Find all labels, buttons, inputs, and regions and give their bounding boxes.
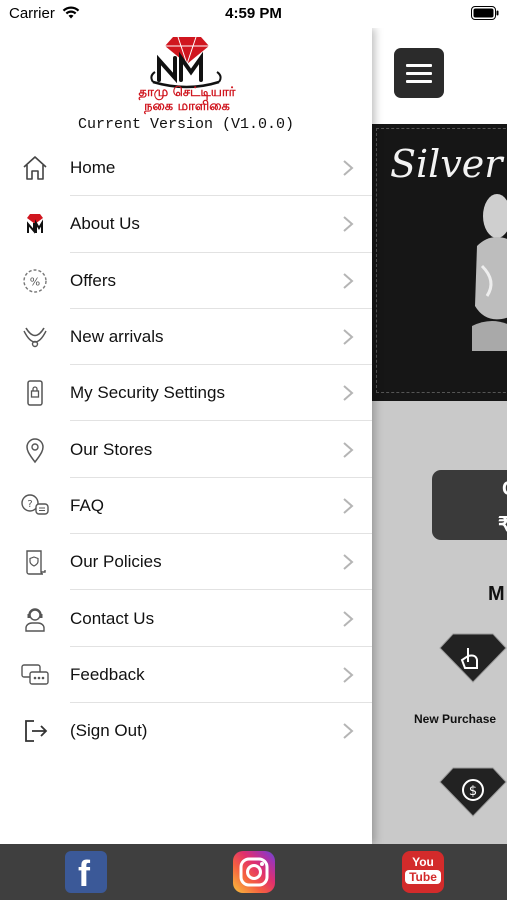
- phone-lock-icon: [20, 378, 50, 408]
- menu-item-label: Our Stores: [70, 439, 153, 459]
- youtube-text-bottom: Tube: [405, 870, 441, 884]
- scheme-payment-icon[interactable]: $: [438, 766, 507, 818]
- main-content: Silver C ₹ M New Purchase $: [372, 28, 507, 844]
- svg-text:%: %: [30, 275, 40, 288]
- brand-name-line2: நகை மாளிகை: [144, 99, 230, 114]
- menu-item-label: Feedback: [70, 664, 145, 684]
- chevron-right-icon: [343, 610, 354, 627]
- chevron-right-icon: [343, 723, 354, 739]
- chevron-right-icon: [343, 385, 354, 402]
- menu-item-label: FAQ: [70, 495, 105, 515]
- status-time: 4:59 PM: [225, 5, 282, 22]
- brand-name-line1: தாமு செட்டியார்: [138, 85, 236, 100]
- gold-rate-letter: C: [502, 478, 507, 501]
- menu-item-label: (Sign Out): [70, 721, 148, 741]
- menu-item-security-settings[interactable]: My Security Settings: [0, 365, 372, 422]
- menu-item-label: My Security Settings: [70, 383, 225, 403]
- menu-item-label: Our Policies: [70, 552, 162, 572]
- menu-item-sign-out[interactable]: (Sign Out): [0, 703, 372, 759]
- location-pin-icon: [20, 435, 50, 465]
- drawer-menu: Home About Us % Offers New arrivals My S…: [0, 140, 372, 759]
- feedback-icon: [20, 660, 50, 690]
- chevron-right-icon: [343, 329, 354, 345]
- menu-item-contact-us[interactable]: Contact Us: [0, 590, 372, 647]
- home-icon: [20, 153, 50, 183]
- svg-text:?: ?: [27, 499, 32, 510]
- menu-item-about-us[interactable]: About Us: [0, 196, 372, 253]
- app-version: Current Version (V1.0.0): [77, 116, 295, 133]
- menu-item-label: Offers: [70, 270, 116, 290]
- logo-icon: [20, 209, 50, 239]
- menu-item-new-arrivals[interactable]: New arrivals: [0, 309, 372, 366]
- gold-rate-card[interactable]: [432, 470, 507, 540]
- instagram-glyph: [239, 857, 269, 887]
- menu-item-our-policies[interactable]: Our Policies: [0, 534, 372, 591]
- policy-scroll-icon: [20, 547, 50, 577]
- status-bar: Carrier 4:59 PM: [0, 0, 507, 28]
- facebook-glyph: f: [78, 853, 90, 894]
- youtube-icon[interactable]: You Tube: [402, 851, 444, 893]
- support-agent-icon: [20, 604, 50, 634]
- menu-item-label: New arrivals: [70, 327, 164, 347]
- menu-item-label: Home: [70, 158, 116, 178]
- chevron-right-icon: [343, 160, 354, 176]
- chevron-right-icon: [343, 667, 354, 683]
- menu-item-faq[interactable]: ? FAQ: [0, 478, 372, 535]
- main-header: [372, 28, 507, 124]
- chevron-right-icon: [343, 272, 354, 289]
- new-purchase-icon[interactable]: [438, 632, 507, 684]
- banner-title: Silver: [390, 142, 503, 186]
- menu-item-feedback[interactable]: Feedback: [0, 647, 372, 703]
- chevron-right-icon: [343, 441, 354, 458]
- menu-item-our-stores[interactable]: Our Stores: [0, 421, 372, 478]
- chevron-right-icon: [343, 554, 354, 570]
- sign-out-icon: [20, 716, 50, 746]
- facebook-icon[interactable]: f: [65, 851, 107, 894]
- promo-banner[interactable]: Silver: [372, 124, 507, 401]
- battery-icon: [471, 6, 499, 20]
- side-drawer: தாமு செட்டியார் நகை மாளிகை Current Versi…: [0, 28, 372, 844]
- youtube-text-top: You: [412, 855, 434, 869]
- menu-item-label: Contact Us: [70, 608, 155, 628]
- new-purchase-label[interactable]: New Purchase: [414, 712, 496, 726]
- menu-item-offers[interactable]: % Offers: [0, 253, 372, 309]
- hamburger-menu-button[interactable]: [394, 48, 444, 98]
- chevron-right-icon: [343, 216, 354, 233]
- chevron-right-icon: [343, 498, 354, 514]
- rupee-symbol: ₹: [498, 514, 507, 536]
- svg-text:$: $: [469, 784, 477, 799]
- instagram-icon[interactable]: [233, 851, 275, 893]
- necklace-icon: [20, 322, 50, 352]
- brand-logo: தாமு செட்டியார் நகை மாளிகை: [123, 34, 251, 122]
- social-links-bar: f You Tube: [0, 844, 507, 900]
- percent-icon: %: [20, 266, 50, 296]
- silver-idol-image: [472, 194, 507, 351]
- section-title-initial: M: [488, 583, 505, 605]
- menu-item-home[interactable]: Home: [0, 140, 372, 197]
- chat-question-icon: ?: [20, 491, 50, 521]
- menu-item-label: About Us: [70, 214, 140, 234]
